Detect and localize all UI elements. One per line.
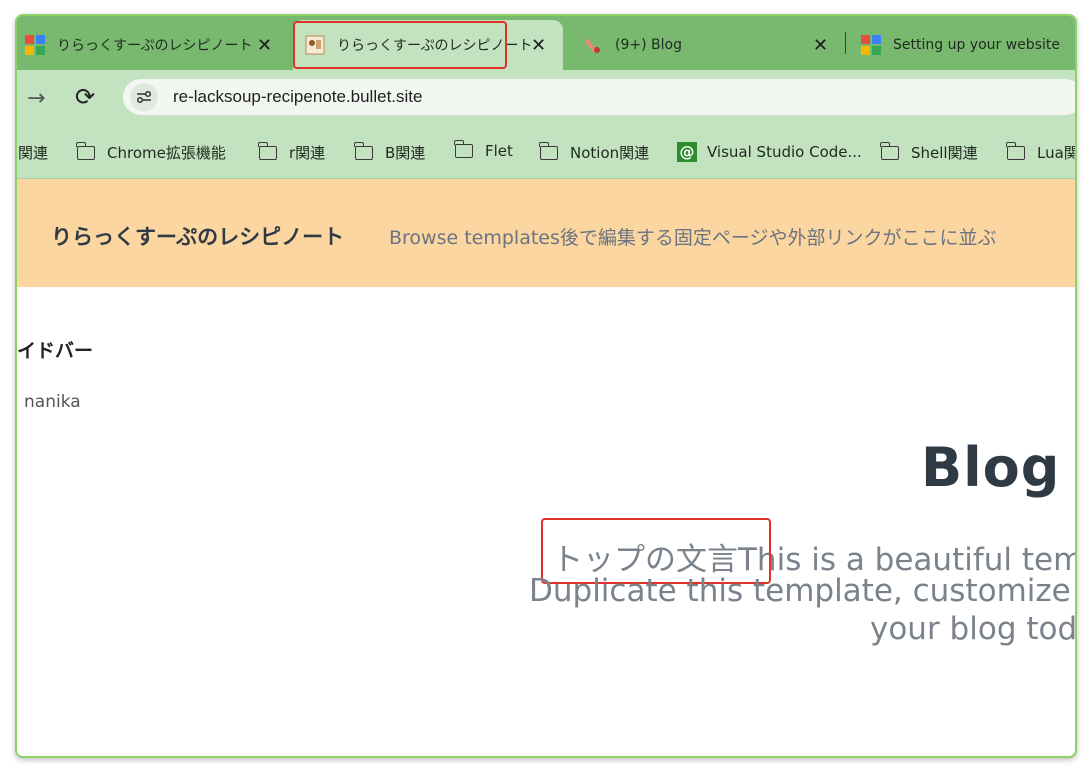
bookmark-flet[interactable]: Flet <box>454 140 513 160</box>
bookmark-b[interactable]: B関連 <box>354 141 426 163</box>
tab-separator <box>845 32 846 54</box>
url-text[interactable]: re-lacksoup-recipenote.bullet.site <box>173 87 422 107</box>
address-bar[interactable]: re-lacksoup-recipenote.bullet.site <box>123 79 1075 115</box>
tab-title: Setting up your website <box>893 37 1060 53</box>
bookmark-notion[interactable]: Notion関連 <box>539 141 650 163</box>
tagline-line-2: Duplicate this template, customize the <box>529 573 1077 609</box>
bookmark-lua[interactable]: Lua関 <box>1006 141 1077 163</box>
folder-icon <box>258 141 277 160</box>
folder-icon <box>454 140 473 158</box>
forward-icon[interactable]: → <box>27 86 45 111</box>
close-tab-icon[interactable]: ✕ <box>257 35 272 56</box>
site-title[interactable]: りらっくすーぷのレシピノート <box>51 221 344 251</box>
tagline-line-3: your blog toda <box>870 611 1077 647</box>
bookmark-r[interactable]: r関連 <box>258 141 326 163</box>
folder-icon <box>76 141 95 160</box>
reload-icon[interactable]: ⟳ <box>75 83 95 111</box>
close-tab-icon[interactable]: ✕ <box>813 35 828 56</box>
folder-icon <box>880 141 899 160</box>
at-icon: @ <box>677 142 697 162</box>
header-nav-links[interactable]: Browse templates後で編集する固定ページや外部リンクがここに並ぶ <box>389 223 997 250</box>
browser-window: りらっくすーぷのレシピノート ✕ りらっくすーぷのレシピノート ✕ (9+) B… <box>15 14 1077 758</box>
tab-strip: りらっくすーぷのレシピノート ✕ りらっくすーぷのレシピノート ✕ (9+) B… <box>17 16 1075 70</box>
folder-icon <box>539 141 558 160</box>
browser-toolbar: → ⟳ re-lacksoup-recipenote.bullet.site <box>17 70 1075 124</box>
bookmark-vscode[interactable]: @ Visual Studio Code... <box>677 142 862 162</box>
bookmarks-bar: 関連 Chrome拡張機能 r関連 B関連 Flet Notion関連 @ Vi… <box>17 124 1075 179</box>
close-tab-icon[interactable]: ✕ <box>531 35 546 56</box>
bookmark-label: Shell関連 <box>911 144 978 162</box>
bookmark-label: r関連 <box>289 144 326 162</box>
folder-icon <box>1006 141 1025 160</box>
sidebar-item-nanika[interactable]: nanika <box>24 392 81 412</box>
bullet-logo-icon <box>861 35 881 55</box>
site-settings-icon[interactable] <box>130 83 158 111</box>
tab-title: (9+) Blog <box>615 37 682 53</box>
tab-4[interactable]: Setting up your website <box>853 20 1075 70</box>
folder-icon <box>354 141 373 160</box>
tab-3[interactable]: (9+) Blog ✕ <box>577 20 837 70</box>
sidebar-title: イドバー <box>17 340 94 362</box>
site-header: りらっくすーぷのレシピノート Browse templates後で編集する固定ペ… <box>17 179 1075 287</box>
bookmark-label: Lua関 <box>1037 144 1077 162</box>
bookmark-label: 関連 <box>18 144 49 162</box>
bookmark-kanren[interactable]: 関連 <box>18 142 48 163</box>
bookmark-shell[interactable]: Shell関連 <box>880 141 978 163</box>
bookmark-chrome-extensions[interactable]: Chrome拡張機能 <box>76 141 226 163</box>
tab-2-active[interactable]: りらっくすーぷのレシピノート ✕ <box>293 20 563 70</box>
bookmark-label: Notion関連 <box>570 144 650 162</box>
bookmark-label: Chrome拡張機能 <box>107 144 226 162</box>
bookmark-label: Visual Studio Code... <box>707 143 862 161</box>
hand-icon <box>583 35 603 55</box>
bullet-logo-icon <box>25 35 45 55</box>
tab-title: りらっくすーぷのレシピノート <box>57 38 253 54</box>
tab-1[interactable]: りらっくすーぷのレシピノート ✕ <box>17 20 287 70</box>
tab-title: りらっくすーぷのレシピノート <box>337 38 533 54</box>
bookmark-label: B関連 <box>385 144 426 162</box>
bookmark-label: Flet <box>485 142 513 160</box>
recipe-site-icon <box>305 35 325 55</box>
blog-title: Blog <box>921 436 1061 499</box>
